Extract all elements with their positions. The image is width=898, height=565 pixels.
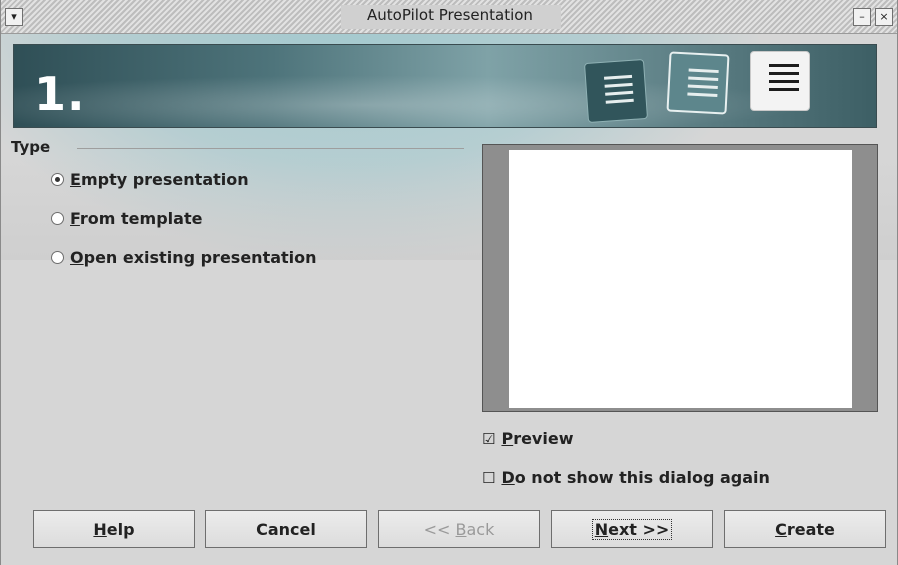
create-button[interactable]: Create bbox=[724, 510, 886, 548]
next-button-label: Next >> bbox=[591, 518, 673, 540]
cancel-button-label: Cancel bbox=[256, 519, 316, 539]
back-button[interactable]: << Back bbox=[378, 510, 540, 548]
radio-unchecked-icon[interactable] bbox=[51, 212, 64, 225]
title-bar[interactable]: ▾ AutoPilot Presentation – × bbox=[1, 0, 897, 34]
autopilot-dialog: ▾ AutoPilot Presentation – × 1. Type Emp… bbox=[0, 0, 898, 565]
window-title: AutoPilot Presentation bbox=[367, 6, 533, 24]
presentation-light-icon bbox=[750, 51, 810, 111]
checkbox-unchecked-icon[interactable]: ☐ bbox=[482, 469, 495, 487]
close-button[interactable]: × bbox=[875, 8, 893, 26]
back-button-label: << Back bbox=[423, 519, 495, 539]
preview-checkbox[interactable]: ☑ Preview bbox=[482, 429, 573, 448]
preview-pane bbox=[482, 144, 878, 412]
checkbox-checked-icon[interactable]: ☑ bbox=[482, 430, 495, 448]
next-button[interactable]: Next >> bbox=[551, 510, 713, 548]
create-button-label: Create bbox=[775, 519, 835, 539]
minimize-icon: – bbox=[859, 10, 865, 23]
radio-checked-icon[interactable] bbox=[51, 173, 64, 186]
radio-empty-presentation[interactable]: Empty presentation bbox=[51, 170, 249, 189]
radio-unchecked-icon[interactable] bbox=[51, 251, 64, 264]
step-banner: 1. bbox=[13, 44, 877, 128]
minimize-button[interactable]: – bbox=[853, 8, 871, 26]
radio-open-existing[interactable]: Open existing presentation bbox=[51, 248, 317, 267]
close-icon: × bbox=[879, 10, 889, 23]
radio-from-template[interactable]: From template bbox=[51, 209, 202, 228]
step-number: 1. bbox=[34, 67, 86, 121]
radio-label: Open existing presentation bbox=[70, 248, 317, 267]
help-button-label: Help bbox=[93, 519, 135, 539]
radio-label: Empty presentation bbox=[70, 170, 249, 189]
preview-page bbox=[509, 150, 852, 408]
cancel-button[interactable]: Cancel bbox=[205, 510, 367, 548]
presentation-medium-icon bbox=[666, 51, 730, 115]
do-not-show-checkbox[interactable]: ☐ Do not show this dialog again bbox=[482, 468, 770, 487]
type-group-divider bbox=[77, 148, 464, 149]
radio-label: From template bbox=[70, 209, 203, 228]
presentation-dark-icon bbox=[583, 58, 649, 124]
help-button[interactable]: Help bbox=[33, 510, 195, 548]
type-group-label: Type bbox=[11, 138, 51, 156]
checkbox-label: Preview bbox=[501, 429, 574, 448]
checkbox-label: Do not show this dialog again bbox=[501, 468, 770, 487]
